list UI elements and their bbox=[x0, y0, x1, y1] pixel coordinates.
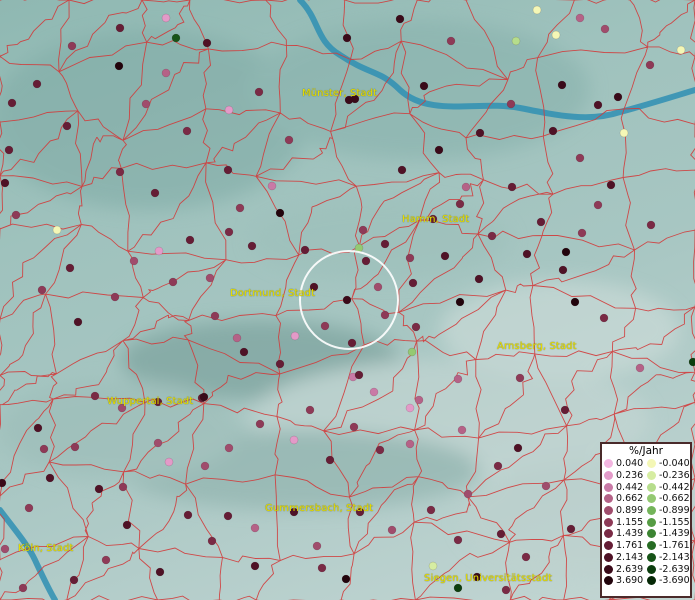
legend-negative-row: -0.040 bbox=[647, 458, 690, 470]
legend-value: 1.439 bbox=[616, 528, 644, 540]
legend-swatch bbox=[604, 482, 613, 492]
legend-positive-row: 2.143 bbox=[604, 552, 647, 564]
legend-swatch bbox=[647, 517, 656, 527]
legend-swatch bbox=[604, 541, 613, 551]
legend-swatch bbox=[647, 506, 656, 516]
city-label-hamm: Hamm, Stadt bbox=[402, 214, 470, 225]
legend-negative-row: -3.690 bbox=[647, 575, 690, 587]
legend-positive-column: 0.040 0.236 0.442 0.662 0.899 1.155 1.439 1.761… bbox=[604, 458, 647, 587]
legend-swatch bbox=[604, 552, 613, 562]
legend-value: -0.899 bbox=[659, 505, 690, 517]
legend-positive-row: 0.040 bbox=[604, 458, 647, 470]
legend-negative-row: -0.662 bbox=[647, 493, 690, 505]
legend-value: 2.143 bbox=[616, 551, 644, 563]
legend-value: -2.639 bbox=[659, 563, 690, 575]
legend-positive-row: 1.155 bbox=[604, 516, 647, 528]
legend-swatch bbox=[647, 564, 656, 574]
legend-positive-row: 3.690 bbox=[604, 575, 647, 587]
legend-swatch bbox=[647, 482, 656, 492]
legend-value: 3.690 bbox=[616, 575, 644, 587]
legend-swatch bbox=[647, 459, 656, 469]
legend-value: -2.143 bbox=[659, 551, 690, 563]
legend-negative-row: -1.155 bbox=[647, 516, 690, 528]
legend-value: 2.639 bbox=[616, 563, 644, 575]
legend-value: -0.442 bbox=[659, 481, 690, 493]
legend-negative-row: -0.442 bbox=[647, 481, 690, 493]
legend-value: 0.040 bbox=[616, 458, 644, 470]
legend-value: -0.236 bbox=[659, 470, 690, 482]
legend-swatch bbox=[604, 564, 613, 574]
legend-negative-row: -1.439 bbox=[647, 528, 690, 540]
legend-swatch bbox=[647, 494, 656, 504]
legend-positive-row: 2.639 bbox=[604, 563, 647, 575]
legend-swatch bbox=[604, 517, 613, 527]
legend-swatch bbox=[647, 529, 656, 539]
legend-positive-row: 0.662 bbox=[604, 493, 647, 505]
legend-negative-column: -0.040 -0.236 -0.442 -0.662 -0.899 -1.155 -1.4… bbox=[647, 458, 690, 587]
legend-negative-row: -2.639 bbox=[647, 563, 690, 575]
legend-value: -1.439 bbox=[659, 528, 690, 540]
legend-positive-row: 0.442 bbox=[604, 481, 647, 493]
legend-swatch bbox=[647, 576, 656, 586]
legend-swatch bbox=[604, 459, 613, 469]
legend-negative-row: -1.761 bbox=[647, 540, 690, 552]
city-label-muenster: Münster, Stadt bbox=[302, 88, 378, 99]
legend-value: 0.899 bbox=[616, 505, 644, 517]
legend-positive-row: 1.761 bbox=[604, 540, 647, 552]
city-label-gummersbach: Gummersbach, Stadt bbox=[265, 503, 374, 514]
legend-swatch bbox=[604, 471, 613, 481]
city-label-siegen: Siegen, Universitätsstadt bbox=[424, 573, 553, 584]
legend-swatch bbox=[604, 494, 613, 504]
city-label-dortmund: Dortmund, Stadt bbox=[230, 288, 316, 299]
legend-negative-row: -2.143 bbox=[647, 552, 690, 564]
legend-swatch bbox=[647, 552, 656, 562]
legend-negative-row: -0.236 bbox=[647, 470, 690, 482]
city-label-wuppertal: Wuppertal, Stadt bbox=[107, 396, 194, 407]
legend-value: -3.690 bbox=[659, 575, 690, 587]
city-label-koeln: Köln, Stadt bbox=[18, 543, 74, 554]
legend-value: -1.155 bbox=[659, 516, 690, 528]
legend-value: 0.442 bbox=[616, 481, 644, 493]
legend-value: 1.155 bbox=[616, 516, 644, 528]
legend-positive-row: 0.899 bbox=[604, 505, 647, 517]
legend-swatch bbox=[604, 529, 613, 539]
legend-positive-row: 1.439 bbox=[604, 528, 647, 540]
legend-swatch bbox=[647, 541, 656, 551]
legend-negative-row: -0.899 bbox=[647, 505, 690, 517]
legend-title: %/Jahr bbox=[628, 445, 664, 457]
legend-value: 0.236 bbox=[616, 470, 644, 482]
legend-swatch bbox=[604, 506, 613, 516]
legend-value: -0.662 bbox=[659, 493, 690, 505]
map-canvas[interactable]: Münster, Stadt Hamm, Stadt Dortmund, Sta… bbox=[0, 0, 695, 600]
legend-value: 0.662 bbox=[616, 493, 644, 505]
legend-value: -0.040 bbox=[659, 458, 690, 470]
legend-value: -1.761 bbox=[659, 540, 690, 552]
legend-positive-row: 0.236 bbox=[604, 470, 647, 482]
legend-value: 1.761 bbox=[616, 540, 644, 552]
legend-swatch bbox=[647, 471, 656, 481]
legend-swatch bbox=[604, 576, 613, 586]
city-label-arnsberg: Arnsberg, Stadt bbox=[497, 341, 577, 352]
map-legend: %/Jahr 0.040 0.236 0.442 0.662 0.899 1.155 1.4… bbox=[600, 442, 692, 598]
